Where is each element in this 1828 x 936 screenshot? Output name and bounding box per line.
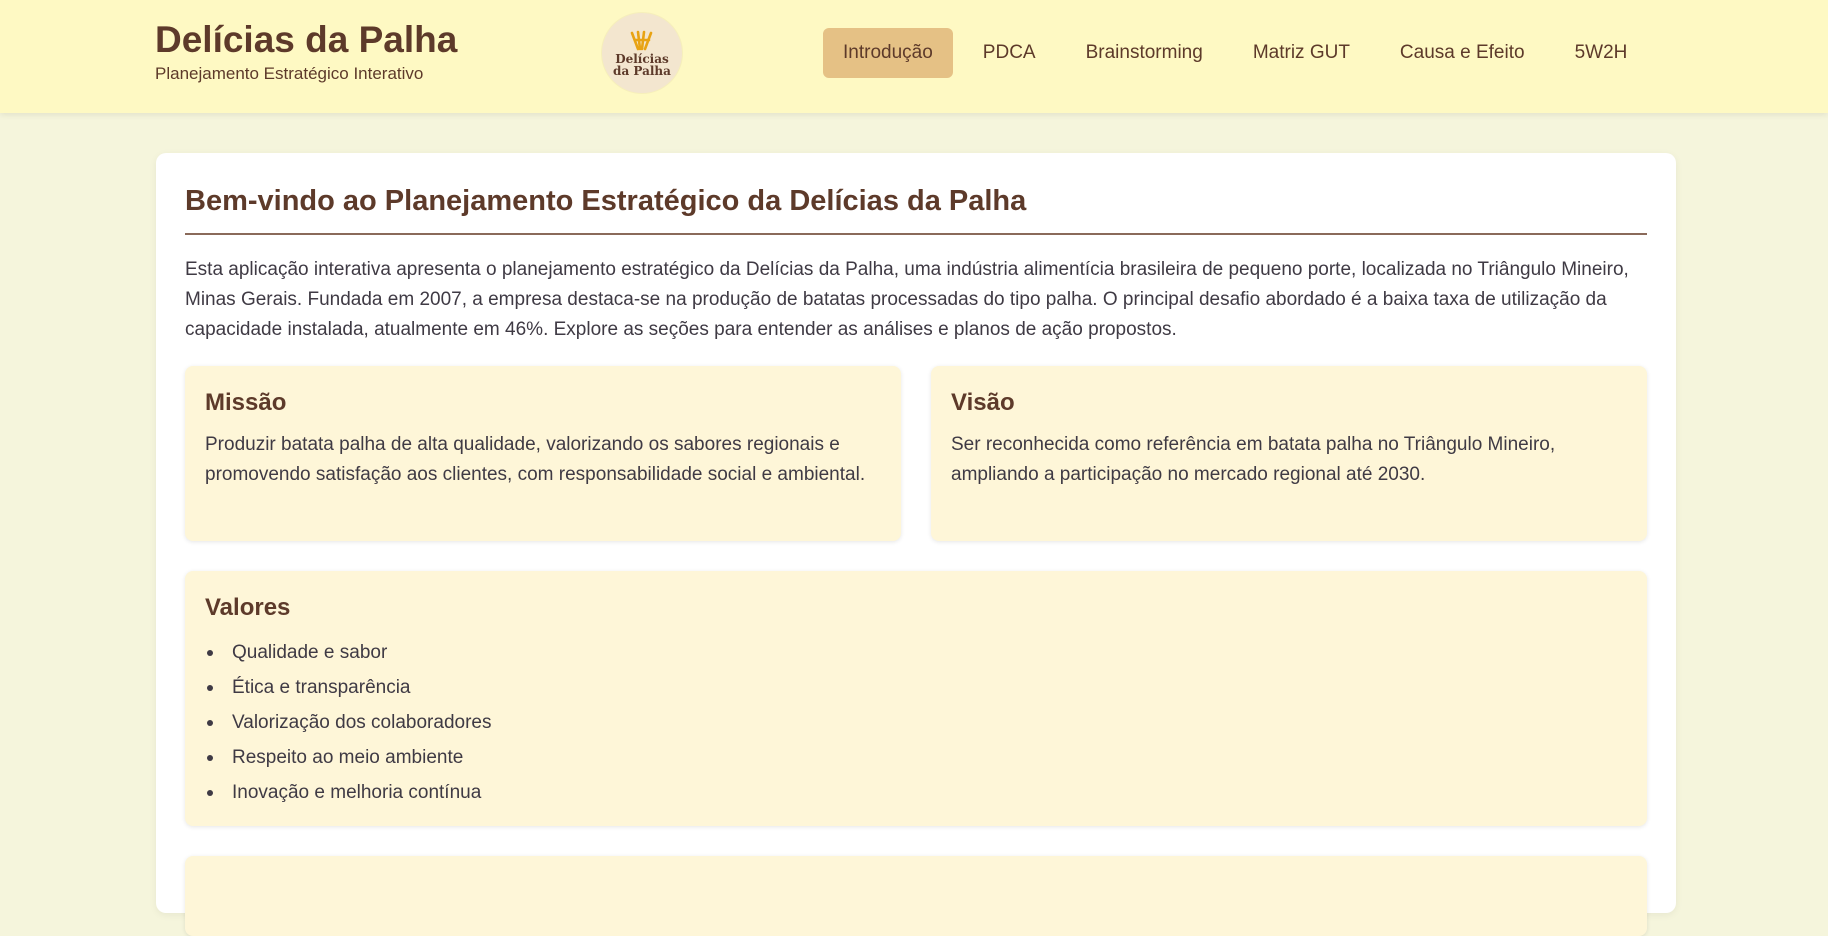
main-nav: Introdução PDCA Brainstorming Matriz GUT… [823, 28, 1647, 78]
logo-line-2: da Palha [613, 63, 671, 78]
values-list: Qualidade e sabor Ética e transparência … [205, 635, 491, 810]
intro-paragraph: Esta aplicação interativa apresenta o pl… [185, 259, 1629, 340]
title-divider [185, 233, 1647, 235]
vision-card: Visão Ser reconhecida como referência em… [931, 366, 1647, 541]
list-item: Respeito ao meio ambiente [205, 740, 491, 775]
list-item: Inovação e melhoria contínua [205, 775, 491, 810]
values-card: Valores Qualidade e sabor Ética e transp… [185, 571, 1647, 826]
brand: Delícias da Palha Planejamento Estratégi… [155, 18, 457, 84]
logo-line-1: Delícias [615, 51, 669, 66]
nav-item-introducao[interactable]: Introdução [823, 28, 953, 78]
page-title: Bem-vindo ao Planejamento Estratégico da… [185, 185, 1027, 217]
nav-item-brainstorming[interactable]: Brainstorming [1066, 28, 1223, 78]
values-title: Valores [205, 594, 291, 621]
next-section-card [185, 856, 1647, 936]
site-title: Delícias da Palha [155, 19, 458, 60]
list-item: Qualidade e sabor [205, 635, 491, 670]
company-logo: Delícias da Palha [602, 13, 682, 93]
site-header: Delícias da Palha Planejamento Estratégi… [0, 0, 1828, 113]
nav-item-5w2h[interactable]: 5W2H [1555, 28, 1648, 78]
nav-item-matriz-gut[interactable]: Matriz GUT [1233, 28, 1370, 78]
intro-card: Bem-vindo ao Planejamento Estratégico da… [156, 153, 1676, 936]
list-item: Valorização dos colaboradores [205, 705, 491, 740]
mission-text: Produzir batata palha de alta qualidade,… [205, 434, 866, 485]
mission-card: Missão Produzir batata palha de alta qua… [185, 366, 901, 541]
vision-text: Ser reconhecida como referência em batat… [951, 434, 1556, 485]
site-subtitle: Planejamento Estratégico Interativo [155, 64, 424, 83]
vision-title: Visão [951, 389, 1015, 416]
mission-title: Missão [205, 389, 287, 416]
potato-straw-icon [630, 30, 653, 50]
logo-text: Delícias da Palha [613, 53, 671, 77]
nav-item-causa-efeito[interactable]: Causa e Efeito [1380, 28, 1545, 78]
list-item: Ética e transparência [205, 670, 491, 705]
nav-item-pdca[interactable]: PDCA [963, 28, 1056, 78]
